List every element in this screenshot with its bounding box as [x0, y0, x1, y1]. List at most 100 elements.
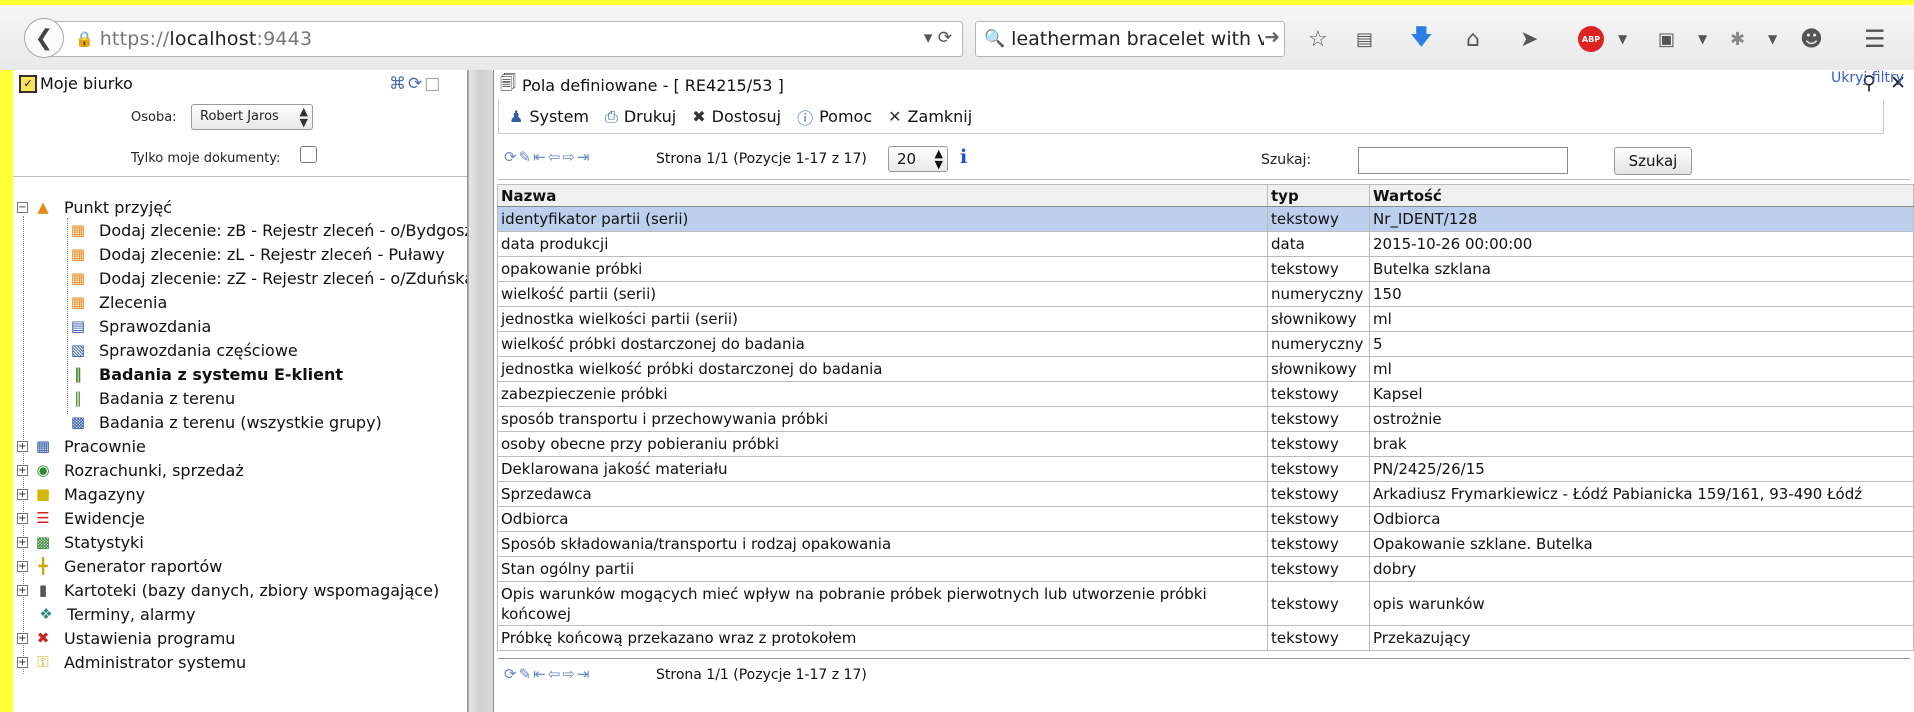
reload-icon[interactable]: ▾ ⟳ [924, 28, 952, 48]
addon-icon[interactable]: ✱ [1730, 23, 1745, 55]
table-row[interactable]: zabezpieczenie próbki tekstowy Kapsel [497, 381, 1914, 407]
home-icon[interactable]: ⌂ [1466, 23, 1480, 55]
tree-node-administrator[interactable]: + ⚿ Administrator systemu [17, 651, 246, 673]
page-size-select[interactable]: 20 ▲ ▼ [888, 146, 948, 172]
tree-node-sprawozdania[interactable]: ▤ Sprawozdania [67, 315, 211, 337]
menu-pomoc[interactable]: ⓘ Pomoc [797, 105, 872, 129]
tree-node-terminy[interactable]: ❖ Terminy, alarmy [35, 603, 195, 625]
screenshot-icon[interactable]: ▣ [1658, 23, 1675, 55]
tree-node-generator[interactable]: + ╋ Generator raportów [17, 555, 222, 577]
search-go-icon[interactable]: ➜ [1264, 26, 1280, 48]
table-row[interactable]: Sposób składowania/transportu i rodzaj o… [497, 531, 1914, 557]
search-input[interactable]: 🔍 leatherman bracelet with v ➜ [975, 21, 1285, 57]
expand-icon[interactable]: + [17, 464, 28, 476]
expand-icon[interactable]: + [17, 488, 28, 500]
download-icon[interactable]: 🡇 [1410, 23, 1433, 55]
expand-icon[interactable]: + [17, 632, 28, 644]
document-icon[interactable]: □ [424, 74, 442, 94]
tree-node-dodaj-zb[interactable]: ▦ Dodaj zlecenie: zB - Rejestr zleceń - … [67, 219, 467, 241]
tree-node-badania-eklient[interactable]: ‖ Badania z systemu E-klient [67, 363, 343, 385]
smiley-icon[interactable]: ☻ [1800, 23, 1823, 55]
expand-icon[interactable]: + [17, 560, 28, 572]
tree-node-dodaj-zz[interactable]: ▦ Dodaj zlecenie: zZ - Rejestr zleceń - … [67, 267, 467, 289]
tree-node-statystyki[interactable]: + ▩ Statystyki [17, 531, 144, 553]
search-icon: 🔍 [984, 29, 1006, 49]
chevron-down-icon[interactable]: ▼ [1618, 23, 1627, 55]
table-row[interactable]: wielkość próbki dostarczonej do badania n… [497, 331, 1914, 357]
table-row[interactable]: opakowanie próbki tekstowy Butelka szklana [497, 256, 1914, 282]
adblock-icon[interactable]: ABP [1578, 23, 1604, 55]
table-row[interactable]: Próbkę końcową przekazano wraz z protoko… [497, 625, 1914, 651]
reading-list-icon[interactable]: ▤ [1356, 23, 1373, 55]
menu-zamknij[interactable]: ✕ Zamknij [888, 107, 972, 126]
table-row[interactable]: jednostka wielkości partii (serii) słowni… [497, 306, 1914, 332]
table-row[interactable]: wielkość partii (serii) numeryczny 150 [497, 281, 1914, 307]
tylko-checkbox[interactable] [300, 146, 317, 163]
eraser-icon[interactable]: ✎ [519, 665, 534, 683]
last-page-icon[interactable]: ⇥ [577, 148, 592, 166]
szukaj-button[interactable]: Szukaj [1614, 147, 1692, 175]
next-page-icon[interactable]: ⇨ [562, 148, 577, 166]
prev-page-icon[interactable]: ⇦ [548, 148, 563, 166]
send-icon[interactable]: ➤ [1520, 23, 1538, 55]
table-row[interactable]: sposób transportu i przechowywania próbk… [497, 406, 1914, 432]
pager-bottom: ⟳✎⇤⇦⇨⇥ Strona 1/1 (Pozycje 1-17 z 17) [498, 658, 1910, 692]
menu-system[interactable]: ♟ System [509, 107, 589, 126]
chevron-down-icon[interactable]: ▼ [1698, 23, 1707, 55]
table-row[interactable]: Odbiorca tekstowy Odbiorca [497, 506, 1914, 532]
menu-icon[interactable]: ☰ [1864, 23, 1886, 55]
first-page-icon[interactable]: ⇤ [533, 665, 548, 683]
back-button[interactable]: ❮ [24, 18, 64, 58]
tree-node-sprawozdania-czesciowe[interactable]: ▧ Sprawozdania częściowe [67, 339, 298, 361]
table-row[interactable]: Deklarowana jakość materiału tekstowy PN/2… [497, 456, 1914, 482]
flask-icon: ▲ [37, 198, 49, 216]
next-page-icon[interactable]: ⇨ [562, 665, 577, 683]
url-bar[interactable]: 🔒 https://localhost:9443 ▾ ⟳ [48, 21, 963, 57]
table-row[interactable]: jednostka wielkość próbki dostarczonej d… [497, 356, 1914, 382]
expand-icon[interactable]: + [17, 656, 28, 668]
refresh-icon[interactable]: ⟳ [504, 148, 519, 166]
tree-node-zlecenia[interactable]: ▦ Zlecenia [67, 291, 167, 313]
tree-node-rozrachunki[interactable]: + ◉ Rozrachunki, sprzedaż [17, 459, 244, 481]
column-header-typ[interactable]: typ [1267, 184, 1370, 207]
prev-page-icon[interactable]: ⇦ [548, 665, 563, 683]
refresh-icon[interactable]: ⟳ [408, 74, 424, 94]
table-row[interactable]: data produkcji data 2015-10-26 00:00:00 [497, 231, 1914, 257]
info-icon[interactable]: i [960, 146, 967, 168]
menu-dostosuj[interactable]: ✖ Dostosuj [692, 107, 781, 126]
tree-node-kartoteki[interactable]: + ▮ Kartoteki (bazy danych, zbiory wspom… [17, 579, 439, 601]
expand-icon[interactable]: + [17, 440, 28, 452]
collapse-icon[interactable]: ⌘ [389, 74, 408, 94]
table-row[interactable]: Opis warunków mogących mieć wpływ na pob… [497, 581, 1914, 626]
ukryj-filtry-link[interactable]: Ukryj filtry [1831, 70, 1904, 86]
panel-splitter[interactable] [468, 70, 494, 712]
tree-node-badania-z-terenu[interactable]: ‖ Badania z terenu [67, 387, 235, 409]
tree-node-magazyny[interactable]: + ■ Magazyny [17, 483, 145, 505]
tree-node-punkt-przyjec[interactable]: − ▲ Punkt przyjęć [17, 196, 172, 218]
collapse-icon[interactable]: − [17, 201, 28, 213]
szukaj-input[interactable] [1358, 147, 1568, 174]
tree-node-pracownie[interactable]: + ▦ Pracownie [17, 435, 146, 457]
table-row[interactable]: Sprzedawca tekstowy Arkadiusz Frymarkiewic… [497, 481, 1914, 507]
tree-node-ustawienia[interactable]: + ✖ Ustawienia programu [17, 627, 235, 649]
last-page-icon[interactable]: ⇥ [577, 665, 592, 683]
chevron-down-icon[interactable]: ▼ [1768, 23, 1777, 55]
tree-node-ewidencje[interactable]: + ☰ Ewidencje [17, 507, 145, 529]
column-header-wartosc[interactable]: Wartość [1369, 184, 1914, 207]
table-row[interactable]: osoby obecne przy pobieraniu próbki tekst… [497, 431, 1914, 457]
table-row[interactable]: identyfikator partii (serii) tekstowy Nr_I… [497, 206, 1914, 232]
osoba-select[interactable]: Robert Jaros ▲ ▼ [191, 104, 313, 130]
refresh-icon[interactable]: ⟳ [504, 665, 519, 683]
bookmark-star-icon[interactable]: ☆ [1308, 23, 1328, 55]
expand-icon[interactable]: + [17, 584, 28, 596]
table-row[interactable]: Stan ogólny partii tekstowy dobry [497, 556, 1914, 582]
expand-icon[interactable]: + [17, 536, 28, 548]
column-header-nazwa[interactable]: Nazwa [497, 184, 1268, 207]
menu-drukuj[interactable]: ⎙ Drukuj [605, 107, 676, 127]
cell-nazwa: Próbkę końcową przekazano wraz z protoko… [497, 625, 1268, 651]
eraser-icon[interactable]: ✎ [519, 148, 534, 166]
tree-node-dodaj-zl[interactable]: ▦ Dodaj zlecenie: zL - Rejestr zleceń - … [67, 243, 445, 265]
tree-node-badania-wszystkie[interactable]: ▩ Badania z terenu (wszystkie grupy) [67, 411, 382, 433]
expand-icon[interactable]: + [17, 512, 28, 524]
first-page-icon[interactable]: ⇤ [533, 148, 548, 166]
